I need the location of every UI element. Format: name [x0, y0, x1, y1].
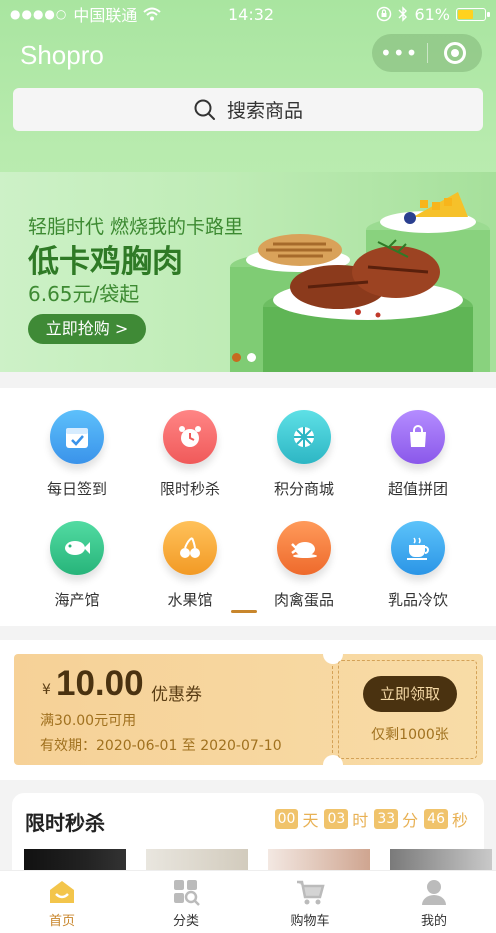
category-flash-sale[interactable]: 限时秒杀 [135, 410, 245, 499]
category-daily-signin[interactable]: 每日签到 [22, 410, 132, 499]
category-label: 水果馆 [167, 591, 213, 609]
chicken-icon [291, 542, 317, 558]
app-title: Shopro [20, 40, 104, 70]
countdown-timer: 00 天 03 时 33 分 46 秒 [274, 807, 470, 831]
category-page-indicator [231, 610, 257, 613]
status-bar: ●●●●○ 中国联通 14:32 61% [0, 0, 496, 28]
battery-icon [456, 7, 490, 21]
banner-dot[interactable] [232, 353, 241, 362]
banner-subtitle: 轻脂时代 燃烧我的卡路里 [28, 216, 244, 238]
coupon-type: 优惠券 [151, 685, 202, 705]
tab-profile[interactable]: 我的 [372, 871, 496, 933]
buy-now-button[interactable]: 立即抢购 > [28, 314, 146, 344]
countdown-seconds: 46 [424, 809, 448, 829]
calendar-check-icon [66, 428, 88, 448]
rotation-lock-icon [377, 6, 392, 22]
wifi-icon [143, 7, 162, 21]
category-points-mall[interactable]: 积分商城 [249, 410, 359, 499]
category-label: 每日签到 [46, 480, 107, 498]
mini-program-capsule: ••• [372, 34, 482, 72]
category-label: 海产馆 [54, 591, 100, 609]
candy-icon [294, 427, 314, 447]
search-icon [194, 99, 215, 120]
countdown-unit: 秒 [451, 811, 468, 830]
category-fruit[interactable]: 水果馆 [135, 521, 245, 610]
countdown-unit: 天 [302, 811, 319, 830]
search-input[interactable]: 搜索商品 [13, 88, 483, 131]
banner-title: 低卡鸡胸肉 [28, 244, 183, 280]
tab-label: 我的 [420, 914, 447, 929]
category-label: 超值拼团 [387, 480, 448, 498]
tab-label: 购物车 [290, 914, 330, 929]
category-seafood[interactable]: 海产馆 [22, 521, 132, 610]
bluetooth-icon [398, 6, 408, 22]
category-label: 乳品冷饮 [387, 591, 448, 609]
countdown-unit: 时 [352, 811, 369, 830]
category-label: 积分商城 [273, 480, 334, 498]
category-icon [174, 880, 200, 906]
signal-icon: ●●●●○ [10, 7, 68, 21]
banner-dot[interactable] [247, 353, 256, 362]
countdown-minutes: 33 [374, 809, 399, 829]
carrier-label: 中国联通 [73, 6, 138, 25]
alarm-clock-icon [179, 426, 201, 447]
coupon-amount: 10.00 [56, 664, 144, 703]
coffee-cup-icon [407, 537, 429, 560]
category-group-buy[interactable]: 超值拼团 [363, 410, 473, 499]
countdown-hours: 03 [324, 809, 349, 829]
promo-banner[interactable]: 轻脂时代 燃烧我的卡路里 低卡鸡胸肉 6.65元/袋起 立即抢购 > [0, 172, 496, 372]
countdown-unit: 分 [402, 811, 419, 830]
battery-percent: 61% [414, 4, 450, 24]
category-label: 限时秒杀 [159, 480, 220, 498]
nav-bar: Shopro ••• [0, 30, 496, 80]
home-icon [50, 881, 74, 903]
category-label: 肉禽蛋品 [273, 591, 334, 609]
category-meat-eggs[interactable]: 肉禽蛋品 [249, 521, 359, 610]
category-grid: 每日签到 限时秒杀 积分商城 超值拼团 海产馆 水果馆 肉禽蛋品 乳品冷饮 [0, 388, 496, 626]
banner-pagination [232, 353, 256, 362]
more-button[interactable]: ••• [372, 41, 427, 65]
claim-coupon-button[interactable]: 立即领取 [363, 676, 457, 712]
coupon-zigzag-edge [10, 660, 18, 760]
banner-food-image [230, 192, 490, 372]
coupon-divider [332, 666, 333, 753]
coupon-currency: ¥ [42, 682, 51, 698]
banner-price: 6.65元/袋起 [28, 282, 140, 306]
coupon-remaining: 仅剩1000张 [371, 727, 449, 743]
cart-icon [297, 880, 325, 905]
tab-cart[interactable]: 购物车 [248, 871, 372, 933]
bag-icon [410, 425, 426, 447]
coupon-validity: 有效期：2020-06-01 至 2020-07-10 [40, 738, 282, 754]
coupon-section: ¥ 10.00 优惠券 满30.00元可用 有效期：2020-06-01 至 2… [0, 640, 496, 780]
coupon-condition: 满30.00元可用 [40, 713, 137, 729]
exit-icon [443, 42, 466, 64]
tab-label: 首页 [48, 914, 75, 929]
tab-home[interactable]: 首页 [0, 871, 124, 933]
fish-icon [65, 541, 90, 555]
header-area: ●●●●○ 中国联通 14:32 61% Shopro ••• 搜索商品 轻脂时… [0, 0, 496, 372]
user-icon [422, 880, 446, 905]
search-placeholder: 搜索商品 [226, 100, 303, 122]
tab-bar: 首页 分类 购物车 我的 [0, 870, 496, 933]
cherry-icon [180, 537, 200, 558]
countdown-days: 00 [274, 809, 299, 829]
tab-category[interactable]: 分类 [124, 871, 248, 933]
close-button[interactable] [427, 42, 482, 64]
tab-label: 分类 [172, 914, 199, 929]
category-dairy[interactable]: 乳品冷饮 [363, 521, 473, 610]
coupon-card: ¥ 10.00 优惠券 满30.00元可用 有效期：2020-06-01 至 2… [10, 644, 483, 775]
flash-sale-title: 限时秒杀 [25, 811, 105, 835]
clock: 14:32 [228, 4, 275, 24]
